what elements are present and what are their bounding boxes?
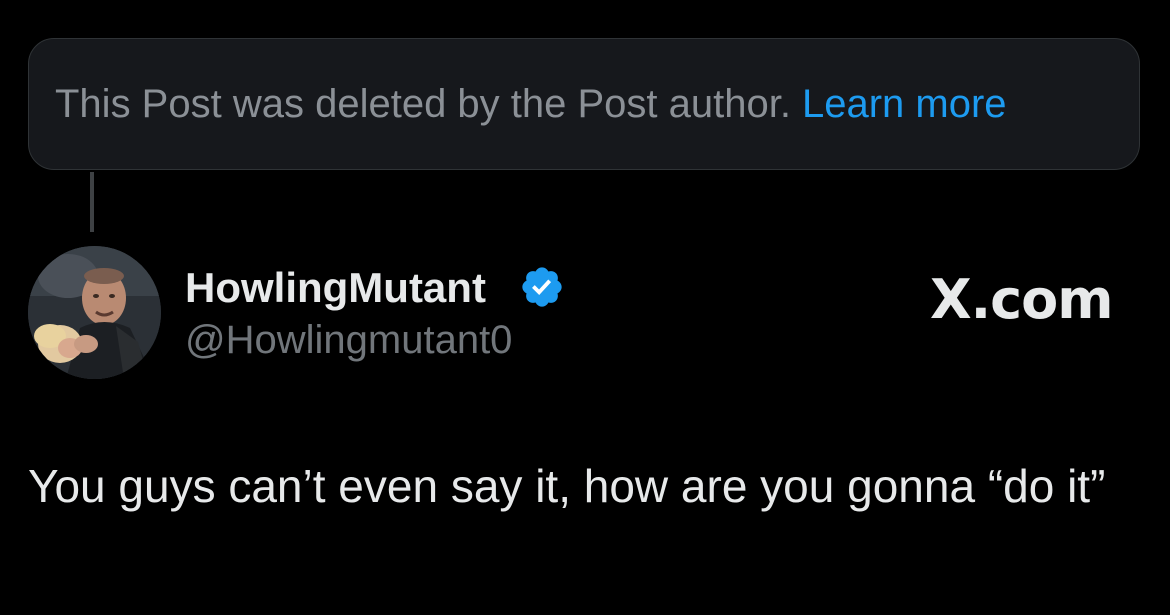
thread-connector-line — [90, 172, 94, 232]
avatar[interactable] — [28, 246, 161, 379]
verified-badge-icon — [522, 267, 562, 307]
deleted-post-notice: This Post was deleted by the Post author… — [28, 38, 1140, 170]
learn-more-link[interactable]: Learn more — [802, 82, 1007, 127]
deleted-notice-text: This Post was deleted by the Post author… — [55, 81, 791, 126]
avatar-image — [28, 246, 161, 379]
author-display-name[interactable]: HowlingMutant — [185, 264, 486, 312]
post-text: You guys can’t even say it, how are you … — [28, 460, 1106, 512]
author-handle[interactable]: @Howlingmutant0 — [185, 318, 512, 363]
x-com-watermark: X.com — [930, 268, 1114, 331]
